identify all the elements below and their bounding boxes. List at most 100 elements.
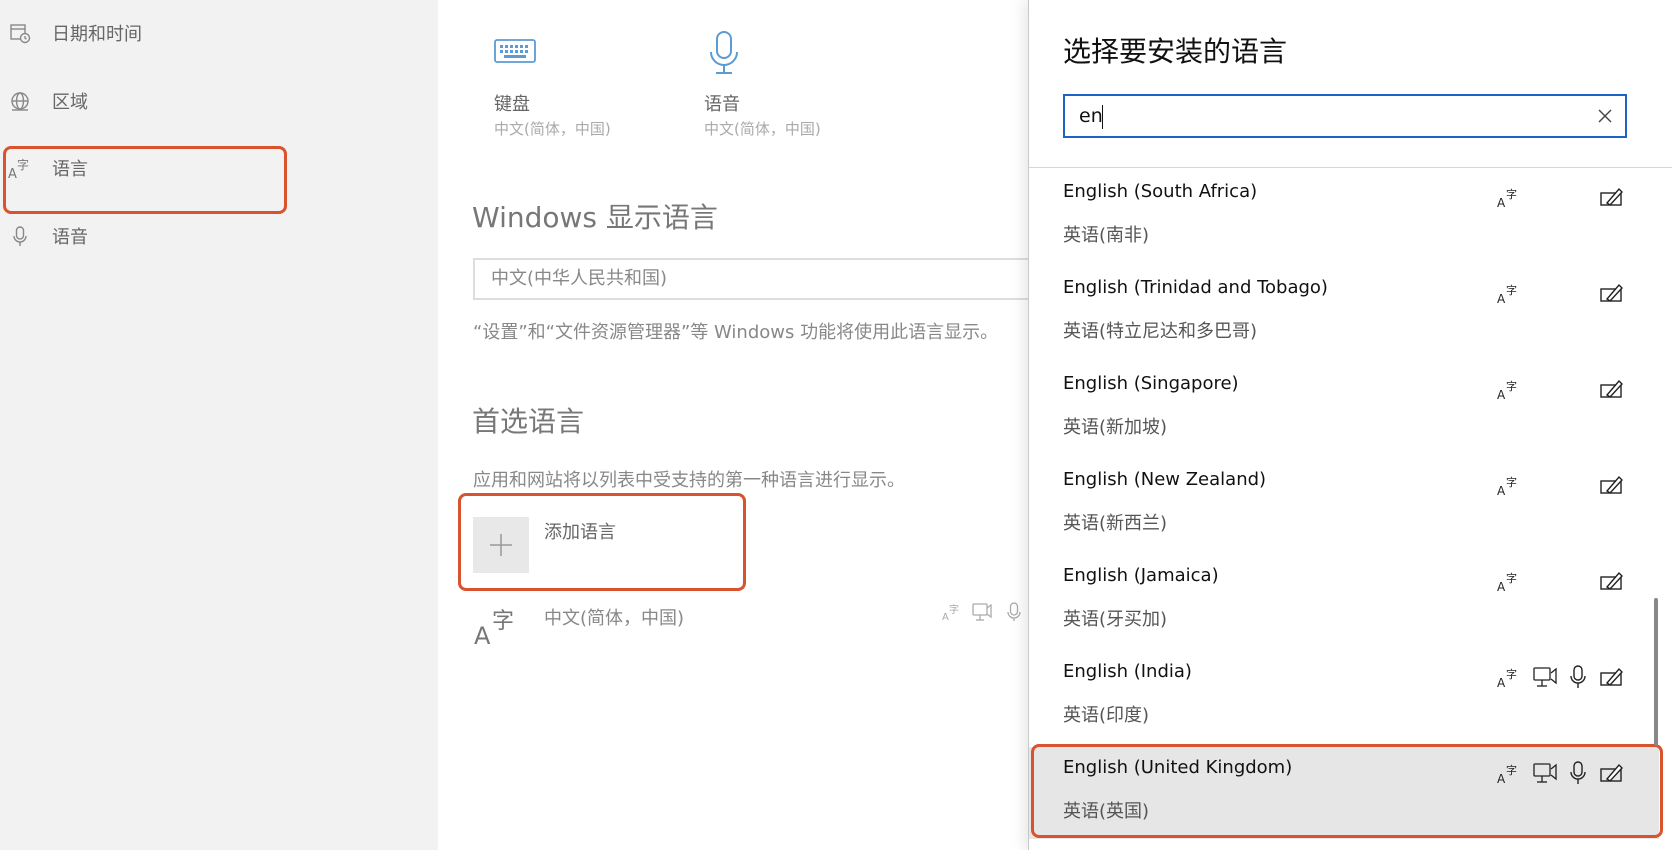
scrollbar[interactable] bbox=[1654, 598, 1658, 746]
svg-text:A: A bbox=[1497, 388, 1506, 401]
sidebar-item-label: 语言 bbox=[52, 159, 88, 180]
language-list-item[interactable]: English (New Zealand) 英语(新西兰) A 字 bbox=[1029, 459, 1659, 551]
svg-text:A: A bbox=[1497, 196, 1506, 209]
language-settings-panel: 键盘 中文(简体，中国) 语音 中文(简体，中国) Windows 显示语言 中… bbox=[438, 0, 1073, 850]
display-language-description: “设置”和“文件资源管理器”等 Windows 功能将使用此语言显示。 bbox=[473, 322, 999, 343]
language-name-english: English (United Kingdom) bbox=[1063, 757, 1293, 778]
handwriting-icon bbox=[1599, 569, 1623, 593]
language-name-chinese: 英语(新加坡) bbox=[1063, 417, 1168, 438]
svg-text:A: A bbox=[8, 167, 17, 180]
language-list-item[interactable]: English (Singapore) 英语(新加坡) A 字 bbox=[1029, 363, 1659, 455]
language-icon: A字 bbox=[8, 156, 32, 180]
close-icon[interactable] bbox=[1595, 106, 1615, 126]
language-name-chinese: 英语(特立尼达和多巴哥) bbox=[1063, 321, 1258, 342]
svg-text:字: 字 bbox=[1506, 283, 1517, 297]
svg-text:A: A bbox=[1497, 580, 1506, 593]
language-name-chinese: 英语(英国) bbox=[1063, 801, 1150, 822]
language-pack-icon: A字 bbox=[1497, 569, 1521, 594]
speech-recognition-icon bbox=[1006, 602, 1022, 626]
svg-text:A: A bbox=[942, 612, 949, 622]
handwriting-icon bbox=[1599, 473, 1623, 497]
calendar-clock-icon bbox=[8, 21, 32, 45]
svg-text:A: A bbox=[1497, 676, 1506, 689]
sidebar-item-speech[interactable]: 语音 bbox=[0, 216, 438, 256]
svg-text:A: A bbox=[1497, 484, 1506, 497]
handwriting-icon bbox=[1599, 377, 1623, 401]
svg-text:A: A bbox=[474, 622, 491, 648]
language-pack-icon: A字 bbox=[1497, 377, 1521, 402]
language-name-chinese: 英语(印度) bbox=[1063, 705, 1150, 726]
search-input-value: en bbox=[1079, 105, 1103, 127]
text-to-speech-icon bbox=[1533, 665, 1557, 689]
svg-text:字: 字 bbox=[1506, 187, 1517, 201]
language-name-english: English (New Zealand) bbox=[1063, 469, 1267, 490]
sidebar: 日期和时间 区域 A字 语言 语音 bbox=[0, 0, 438, 850]
handwriting-icon bbox=[1599, 281, 1623, 305]
svg-text:字: 字 bbox=[1506, 379, 1517, 393]
text-caret bbox=[1102, 105, 1103, 129]
text-to-speech-icon bbox=[1533, 761, 1557, 785]
installed-language-item[interactable]: A字 中文(简体，中国) A字 bbox=[472, 600, 1028, 660]
language-name-english: English (Singapore) bbox=[1063, 373, 1239, 394]
display-language-heading: Windows 显示语言 bbox=[472, 201, 718, 234]
svg-text:字: 字 bbox=[17, 157, 29, 172]
language-name-english: English (Trinidad and Tobago) bbox=[1063, 277, 1328, 298]
language-pack-icon: A字 bbox=[1497, 761, 1521, 786]
language-pack-icon: A字 bbox=[1497, 281, 1521, 306]
svg-text:A: A bbox=[1497, 772, 1506, 785]
speech-title: 语音 bbox=[704, 94, 740, 115]
sidebar-item-language[interactable]: A字 语言 bbox=[0, 148, 438, 188]
search-input[interactable]: en bbox=[1063, 94, 1627, 138]
language-picker-flyout: 选择要安装的语言 en English (South Africa) 英语(南非)… bbox=[1028, 0, 1672, 850]
language-name-chinese: 英语(新西兰) bbox=[1063, 513, 1168, 534]
display-language-select[interactable]: 中文(中华人民共和国) bbox=[473, 258, 1073, 300]
plus-icon bbox=[490, 534, 512, 556]
handwriting-icon bbox=[1599, 185, 1623, 209]
flyout-title: 选择要安装的语言 bbox=[1063, 35, 1288, 68]
language-pack-icon: A字 bbox=[1497, 185, 1521, 210]
language-name-english: English (South Africa) bbox=[1063, 181, 1258, 202]
microphone-icon bbox=[706, 30, 742, 80]
preferred-languages-heading: 首选语言 bbox=[472, 405, 585, 438]
handwriting-icon bbox=[1599, 761, 1623, 785]
svg-text:字: 字 bbox=[949, 603, 959, 616]
language-pack-icon: A字 bbox=[1497, 473, 1521, 498]
text-to-speech-icon bbox=[972, 602, 994, 626]
divider bbox=[1029, 167, 1672, 168]
sidebar-item-label: 区域 bbox=[52, 92, 88, 113]
language-name-english: English (Jamaica) bbox=[1063, 565, 1219, 586]
sidebar-item-label: 日期和时间 bbox=[52, 24, 142, 45]
language-list-item[interactable]: English (Trinidad and Tobago) 英语(特立尼达和多巴哥… bbox=[1029, 267, 1659, 359]
language-name-chinese: 英语(牙买加) bbox=[1063, 609, 1168, 630]
installed-language-name: 中文(简体，中国) bbox=[544, 608, 685, 629]
speech-recognition-icon bbox=[1569, 665, 1593, 689]
language-list-item[interactable]: English (Jamaica) 英语(牙买加) A 字 bbox=[1029, 555, 1659, 647]
microphone-icon bbox=[8, 224, 32, 248]
language-pack-icon: A字 bbox=[942, 602, 962, 626]
svg-text:字: 字 bbox=[1506, 667, 1517, 681]
add-language-button[interactable] bbox=[473, 517, 529, 573]
sidebar-item-region[interactable]: 区域 bbox=[0, 81, 438, 121]
speech-recognition-icon bbox=[1569, 761, 1593, 785]
language-pack-icon: A字 bbox=[1497, 665, 1521, 690]
speech-subtitle: 中文(简体，中国) bbox=[704, 120, 821, 138]
sidebar-item-date-time[interactable]: 日期和时间 bbox=[0, 13, 438, 53]
language-list-item[interactable]: English (South Africa) 英语(南非) A 字 bbox=[1029, 171, 1659, 263]
add-language-label[interactable]: 添加语言 bbox=[544, 518, 616, 544]
language-list-item[interactable]: English (India) 英语(印度) A 字 bbox=[1029, 651, 1659, 743]
svg-text:A: A bbox=[1497, 292, 1506, 305]
sidebar-item-label: 语音 bbox=[52, 227, 88, 248]
svg-text:字: 字 bbox=[1506, 763, 1517, 777]
language-list-item[interactable]: English (United Kingdom) 英语(英国) A 字 bbox=[1029, 747, 1659, 839]
language-name-chinese: 英语(南非) bbox=[1063, 225, 1150, 246]
handwriting-icon bbox=[1599, 665, 1623, 689]
svg-text:字: 字 bbox=[1506, 475, 1517, 489]
svg-text:字: 字 bbox=[1506, 571, 1517, 585]
globe-icon bbox=[8, 89, 32, 113]
keyboard-icon bbox=[494, 36, 536, 70]
language-icon: A字 bbox=[472, 600, 516, 652]
preferred-languages-description: 应用和网站将以列表中受支持的第一种语言进行显示。 bbox=[473, 470, 905, 491]
keyboard-title: 键盘 bbox=[494, 94, 530, 115]
keyboard-subtitle: 中文(简体，中国) bbox=[494, 120, 611, 138]
language-name-english: English (India) bbox=[1063, 661, 1192, 682]
